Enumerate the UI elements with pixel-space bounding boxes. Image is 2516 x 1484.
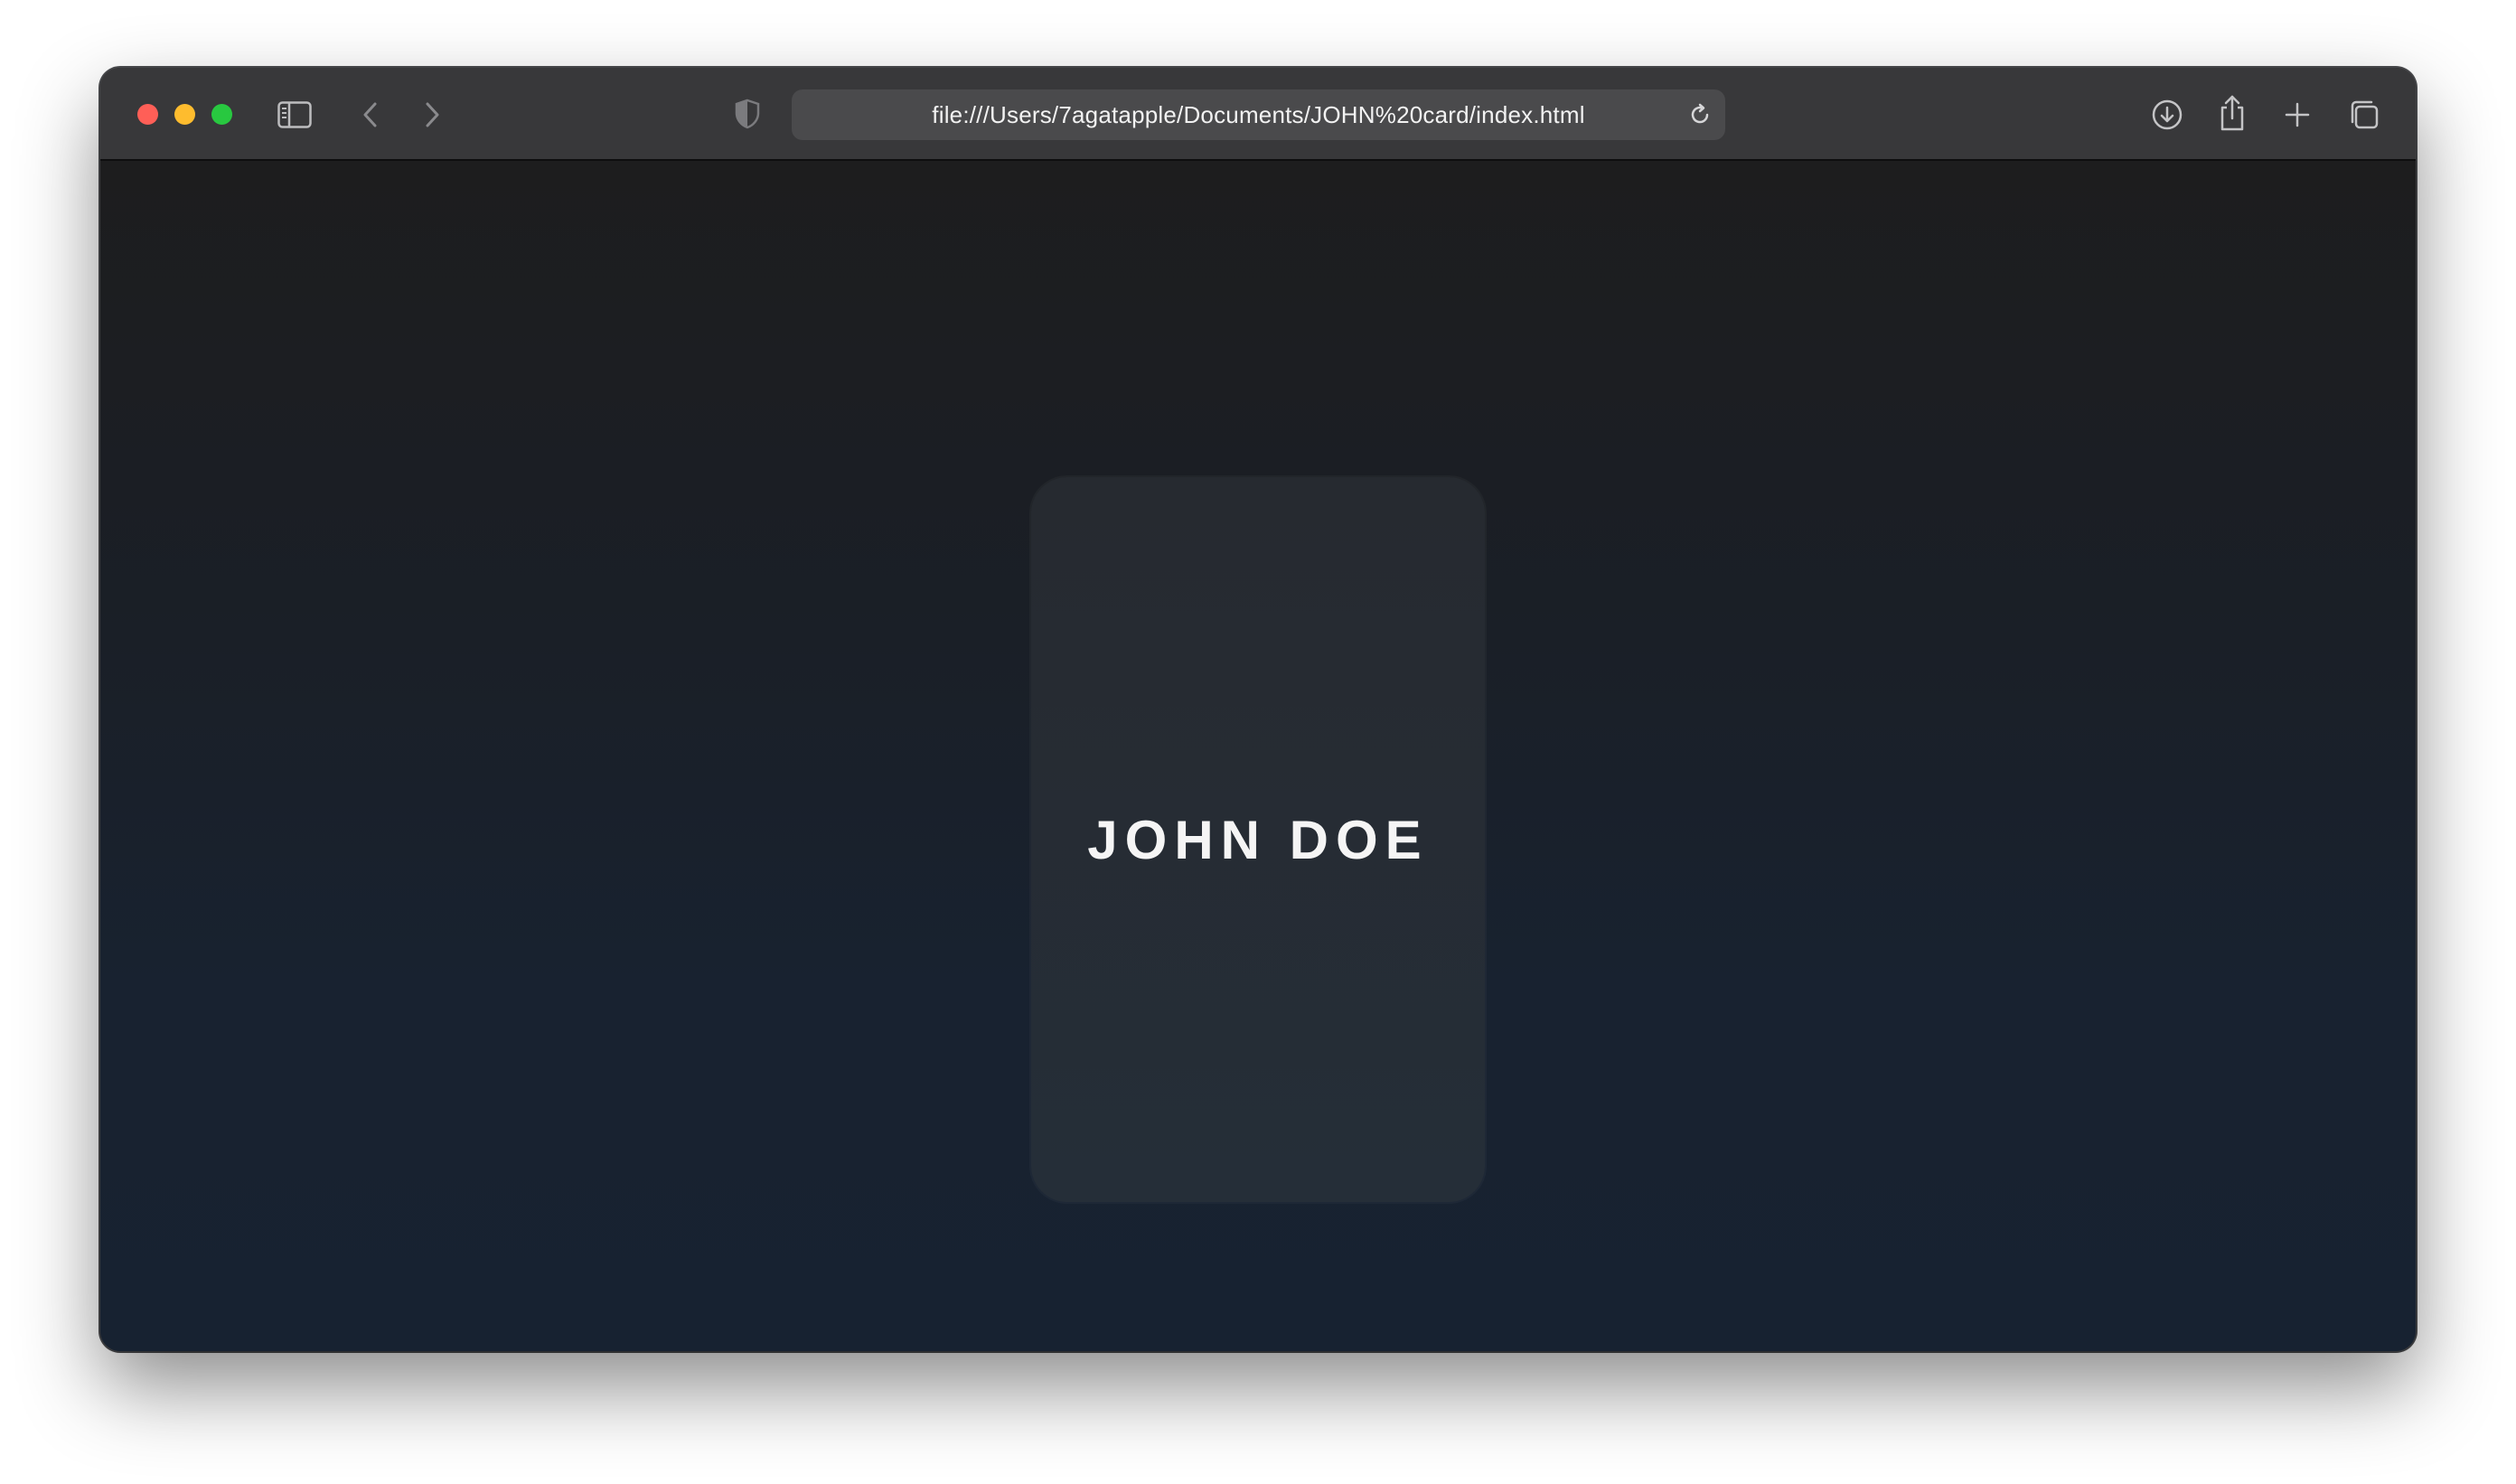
browser-window: file:///Users/7agatapple/Documents/JOHN%… bbox=[100, 68, 2416, 1351]
privacy-shield-icon[interactable] bbox=[734, 98, 761, 130]
card-name: JOHN DOE bbox=[1087, 809, 1429, 870]
back-icon[interactable] bbox=[357, 100, 384, 129]
share-icon[interactable] bbox=[2216, 93, 2248, 133]
url-text: file:///Users/7agatapple/Documents/JOHN%… bbox=[932, 100, 1585, 128]
browser-toolbar: file:///Users/7agatapple/Documents/JOHN%… bbox=[100, 68, 2416, 161]
download-icon[interactable] bbox=[2150, 98, 2184, 132]
forward-icon[interactable] bbox=[418, 100, 446, 129]
address-bar[interactable]: file:///Users/7agatapple/Documents/JOHN%… bbox=[792, 89, 1725, 140]
sidebar-icon[interactable] bbox=[277, 99, 313, 130]
reload-icon[interactable] bbox=[1687, 102, 1713, 127]
zoom-window-button[interactable] bbox=[211, 104, 232, 125]
minimize-window-button[interactable] bbox=[174, 104, 195, 125]
tab-overview-icon[interactable] bbox=[2346, 99, 2380, 131]
name-card: JOHN DOE bbox=[1031, 477, 1485, 1202]
close-window-button[interactable] bbox=[137, 104, 158, 125]
new-tab-icon[interactable] bbox=[2282, 99, 2313, 130]
page-content: JOHN DOE bbox=[100, 161, 2416, 1351]
